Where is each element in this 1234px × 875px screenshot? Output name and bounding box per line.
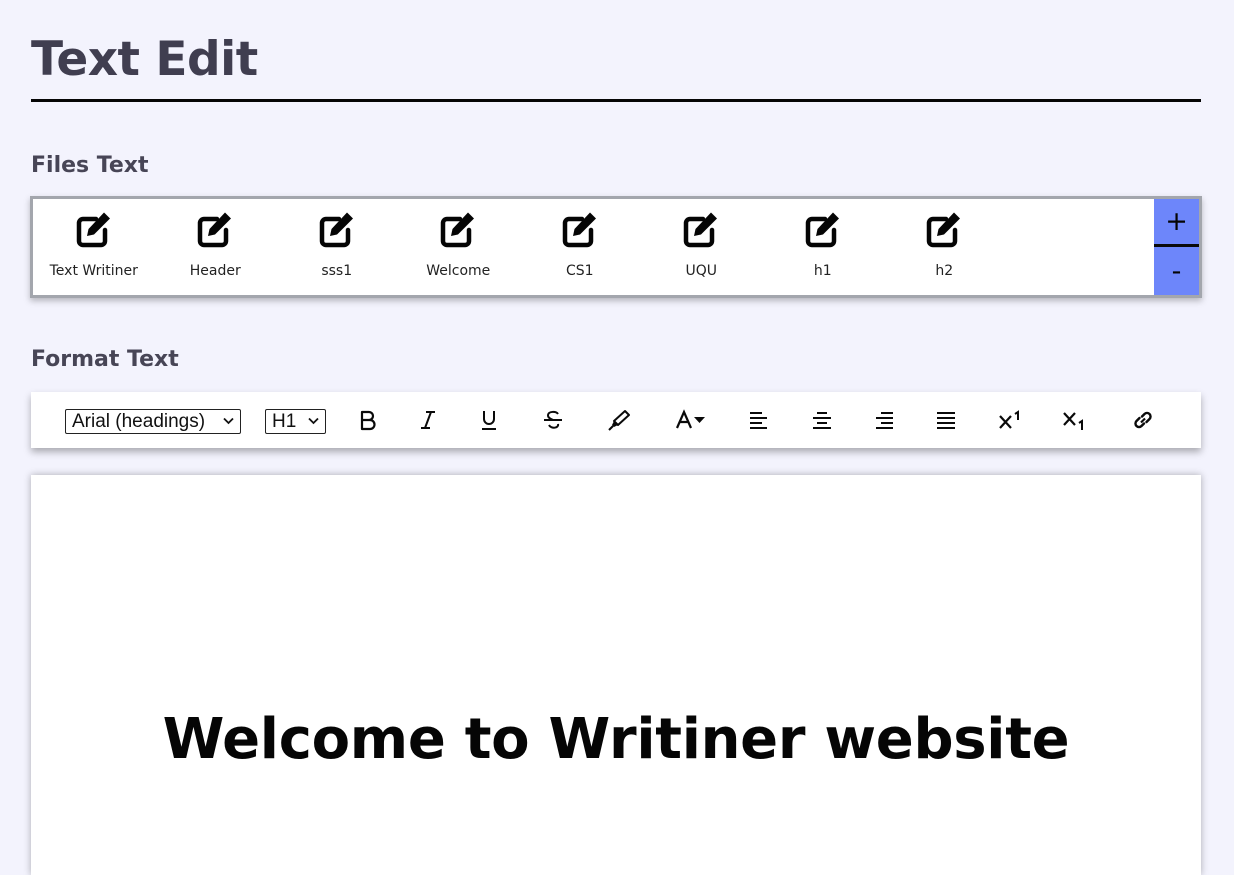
file-label: UQU (685, 263, 717, 279)
edit-icon (441, 212, 475, 248)
link-icon (1134, 411, 1152, 429)
edit-icon (684, 212, 718, 248)
chevron-down-icon (308, 417, 319, 425)
files-panel: Text Writiner Header sss1 Welcome CS1 UQU h1 h2… (30, 196, 1202, 298)
editor-area[interactable]: Welcome to Writiner website (31, 475, 1201, 875)
italic-icon (421, 411, 435, 429)
align-justify-button[interactable] (930, 406, 962, 434)
file-item[interactable]: Welcome (398, 199, 520, 295)
format-toolbar: Arial (headings) H1 (31, 392, 1201, 448)
font-color-icon (675, 409, 705, 429)
align-right-button[interactable] (868, 406, 900, 434)
file-label: h2 (935, 263, 954, 279)
file-item[interactable]: h1 (762, 199, 884, 295)
edit-icon (319, 212, 353, 248)
underline-icon (482, 411, 496, 430)
edit-icon (927, 212, 961, 248)
file-item[interactable]: h2 (884, 199, 1006, 295)
strikethrough-button[interactable] (537, 406, 569, 434)
file-list: Text Writiner Header sss1 Welcome CS1 UQU h1 h2 (33, 199, 1005, 295)
title-divider (31, 99, 1201, 102)
format-section-title: Format Text (31, 347, 179, 372)
file-item[interactable]: Text Writiner (33, 199, 155, 295)
superscript-icon (999, 410, 1019, 429)
add-file-button[interactable]: + (1154, 199, 1199, 247)
superscript-button[interactable] (994, 406, 1026, 434)
file-label: Header (189, 263, 241, 279)
italic-button[interactable] (412, 406, 444, 434)
align-center-icon (813, 412, 831, 429)
font-family-select[interactable]: Arial (headings) (65, 409, 241, 434)
align-left-icon (750, 412, 767, 429)
file-label: CS1 (565, 263, 594, 279)
highlighter-icon (608, 410, 630, 431)
align-right-icon (876, 412, 893, 429)
underline-button[interactable] (473, 406, 505, 434)
align-justify-icon (937, 412, 955, 429)
bold-icon (360, 410, 376, 431)
font-color-button[interactable] (672, 406, 712, 434)
file-item[interactable]: Header (155, 199, 277, 295)
align-center-button[interactable] (806, 406, 838, 434)
edit-icon (76, 212, 110, 248)
editor-heading[interactable]: Welcome to Writiner website (31, 705, 1201, 775)
edit-icon (562, 212, 596, 248)
subscript-icon (1063, 412, 1083, 430)
align-left-button[interactable] (743, 406, 775, 434)
edit-icon (805, 212, 839, 248)
edit-icon (198, 212, 232, 248)
heading-size-value: H1 (272, 411, 297, 432)
remove-file-button[interactable]: - (1154, 247, 1199, 295)
file-item[interactable]: CS1 (519, 199, 641, 295)
chevron-down-icon (223, 417, 234, 425)
files-section-title: Files Text (31, 153, 149, 178)
bold-button[interactable] (352, 406, 384, 434)
font-family-value: Arial (headings) (72, 411, 206, 432)
page-title: Text Edit (31, 32, 258, 87)
file-label: Welcome (426, 263, 491, 279)
file-label: Text Writiner (49, 263, 138, 279)
subscript-button[interactable] (1058, 406, 1090, 434)
file-item[interactable]: sss1 (276, 199, 398, 295)
heading-size-select[interactable]: H1 (265, 409, 326, 434)
strikethrough-icon (544, 410, 562, 429)
link-button[interactable] (1127, 406, 1159, 434)
file-controls: + - (1154, 199, 1199, 295)
file-item[interactable]: UQU (641, 199, 763, 295)
file-label: sss1 (321, 263, 353, 279)
highlight-button[interactable] (603, 406, 635, 434)
file-label: h1 (813, 263, 832, 279)
